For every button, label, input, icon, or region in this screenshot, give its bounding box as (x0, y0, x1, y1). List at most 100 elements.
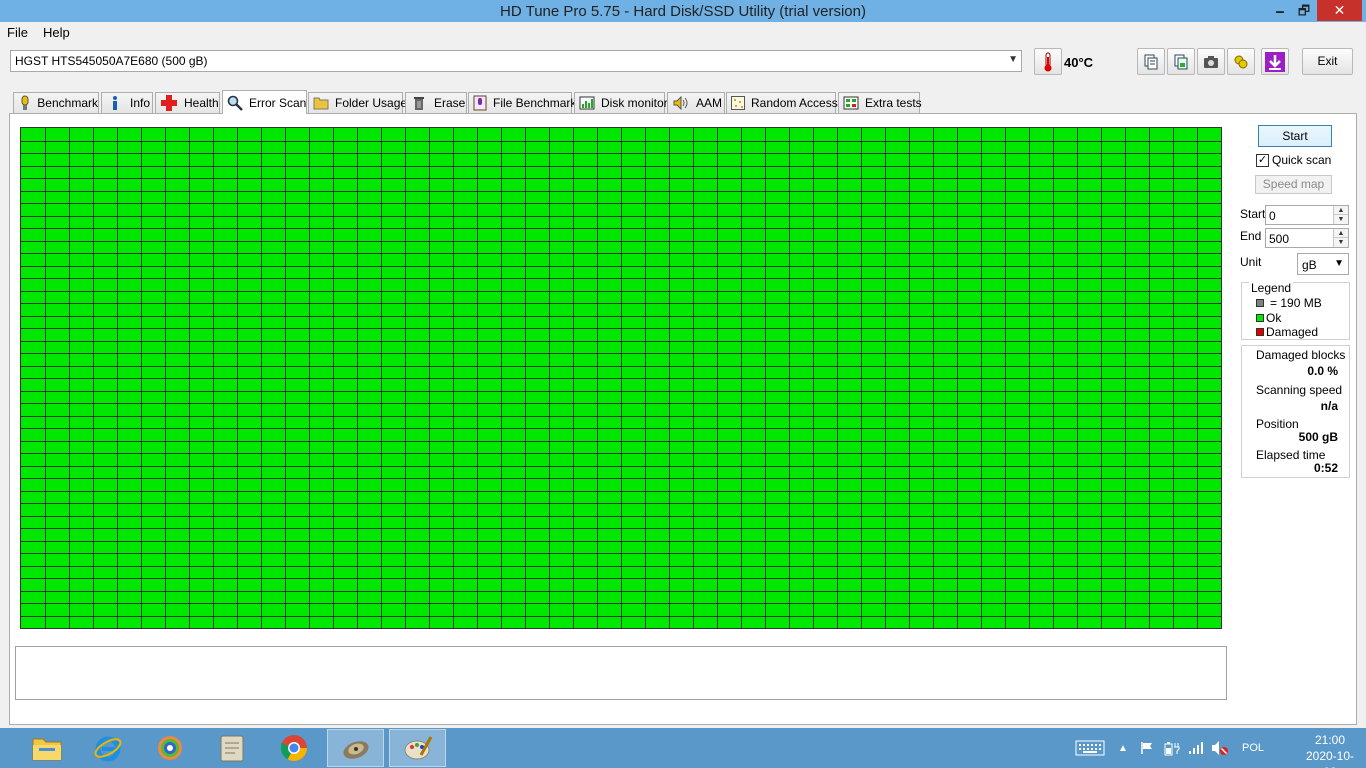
elapsed-time-value: 0:52 (1313, 461, 1338, 475)
block-map (20, 127, 1222, 629)
copy-image-button[interactable] (1167, 48, 1195, 75)
drive-select-value: HGST HTS545050A7E680 (500 gB) (15, 54, 208, 68)
tab-label: File Benchmark (493, 96, 577, 110)
exit-button[interactable]: Exit (1302, 48, 1353, 75)
minimize-button[interactable]: 🗕 (1268, 0, 1292, 21)
tab-benchmark[interactable]: Benchmark (13, 92, 99, 113)
save-download-icon (1265, 51, 1285, 72)
damaged-blocks-value: 0.0 % (1307, 364, 1338, 378)
battery-plug-icon[interactable] (1164, 728, 1180, 768)
volume-muted-icon[interactable] (1211, 728, 1229, 768)
tab-erase[interactable]: Erase (405, 92, 467, 113)
speed-map-button[interactable]: Speed map (1255, 175, 1332, 194)
start-field-label: Start (1240, 207, 1266, 221)
drive-select[interactable]: HGST HTS545050A7E680 (500 gB) ▼ (10, 50, 1022, 72)
tab-label: Random Access (751, 96, 838, 110)
copy-text-button[interactable] (1137, 48, 1165, 75)
language-indicator[interactable]: POL (1242, 728, 1264, 768)
position-value: 500 gB (1298, 430, 1338, 444)
menu-bar: File Help (0, 22, 1366, 42)
end-field-label: End (1240, 229, 1262, 243)
speaker-icon (672, 95, 690, 111)
action-center-flag-icon[interactable] (1140, 728, 1154, 768)
unit-select-value: gB (1302, 258, 1317, 272)
file-explorer-icon (32, 738, 61, 761)
taskbar-hdtune[interactable] (327, 729, 384, 767)
window-title: HD Tune Pro 5.75 - Hard Disk/SSD Utility… (500, 3, 866, 20)
media-app-icon (157, 736, 182, 760)
temperature-button[interactable] (1034, 48, 1062, 75)
copy-image-icon (1174, 54, 1188, 69)
temperature-value: 40°C (1064, 55, 1094, 70)
green-swatch (1256, 314, 1264, 322)
legend-item-block-size: = 190 MB (1256, 296, 1322, 310)
taskbar-chrome[interactable] (265, 729, 322, 767)
tab-folder-usage[interactable]: Folder Usage (308, 92, 407, 113)
taskbar-clock[interactable]: 21:00 2020-10-08 (1300, 732, 1360, 768)
spin-down-icon[interactable]: ▼ (1333, 215, 1348, 224)
damaged-blocks-label: Damaged blocks (1256, 348, 1346, 362)
taskbar-paint[interactable] (389, 729, 446, 767)
tab-error-scan[interactable]: Error Scan (222, 90, 307, 114)
tab-health[interactable]: Health (155, 92, 220, 113)
end-field[interactable]: 500 ▲ ▼ (1265, 228, 1349, 248)
taskbar-media-app[interactable] (141, 729, 198, 767)
close-button[interactable]: ✕ (1317, 0, 1362, 21)
scanning-speed-label: Scanning speed (1256, 383, 1343, 397)
tab-info[interactable]: Info (101, 92, 153, 113)
paint-icon (404, 736, 432, 760)
restore-button[interactable]: 🗗 (1292, 0, 1316, 21)
unit-label: Unit (1240, 255, 1262, 269)
menu-help[interactable]: Help (43, 25, 70, 40)
spin-down-icon[interactable]: ▼ (1333, 238, 1348, 247)
tab-label: Folder Usage (335, 96, 408, 110)
checkmark-icon: ✓ (1256, 153, 1269, 167)
tab-file-benchmark[interactable]: File Benchmark (468, 92, 576, 113)
end-field-value: 500 (1269, 232, 1290, 246)
quick-scan-checkbox[interactable]: ✓ Quick scan (1256, 153, 1331, 167)
spin-up-icon[interactable]: ▲ (1333, 206, 1348, 215)
unit-select[interactable]: gB ▼ (1297, 253, 1349, 275)
network-signal-icon[interactable] (1188, 728, 1204, 768)
legend-item-damaged: Damaged (1256, 325, 1318, 339)
spin-up-icon[interactable]: ▲ (1333, 229, 1348, 238)
folder-icon (313, 95, 329, 111)
tab-label: AAM (696, 96, 723, 110)
start-button[interactable]: Start (1258, 125, 1332, 147)
thermometer-icon (1044, 52, 1052, 71)
log-box[interactable] (15, 646, 1227, 700)
screenshot-camera-icon (1204, 55, 1218, 68)
gray-swatch (1256, 299, 1264, 307)
tab-extra-tests[interactable]: Extra tests (838, 92, 922, 113)
error-scan-panel: Start ✓ Quick scan Speed map Start 0 ▲ ▼… (9, 113, 1357, 725)
tab-aam[interactable]: AAM (667, 92, 725, 113)
extra-tests-icon (843, 95, 859, 111)
touch-keyboard-icon[interactable] (1075, 728, 1105, 768)
start-field[interactable]: 0 ▲ ▼ (1265, 205, 1349, 225)
show-hidden-icons-icon[interactable]: ▲ (1118, 728, 1128, 768)
random-access-icon (731, 95, 745, 111)
block-grid-lines (21, 128, 1221, 628)
chevron-down-icon: ▼ (1334, 258, 1344, 269)
menu-file[interactable]: File (7, 25, 28, 40)
benchmark-icon (18, 95, 31, 111)
tab-disk-monitor[interactable]: Disk monitor (574, 92, 668, 113)
clock-time: 21:00 (1314, 733, 1346, 747)
tab-label: Disk monitor (601, 96, 668, 110)
tab-label: Health (184, 96, 219, 110)
taskbar: ▲ POL 21:00 2020-10-08 (0, 728, 1366, 768)
save-button[interactable] (1261, 48, 1289, 75)
trash-icon (410, 95, 428, 111)
taskbar-internet-explorer[interactable] (79, 729, 136, 767)
options-tools-icon (1234, 55, 1248, 68)
notepad-app-icon (220, 735, 243, 762)
screenshot-button[interactable] (1197, 48, 1225, 75)
internet-explorer-icon (94, 736, 121, 762)
taskbar-file-explorer[interactable] (18, 729, 75, 767)
health-cross-icon (160, 95, 178, 111)
options-button[interactable] (1227, 48, 1255, 75)
chevron-down-icon: ▼ (1008, 54, 1018, 65)
tab-label: Erase (434, 96, 466, 110)
taskbar-notepad-app[interactable] (203, 729, 260, 767)
tab-random-access[interactable]: Random Access (726, 92, 838, 113)
